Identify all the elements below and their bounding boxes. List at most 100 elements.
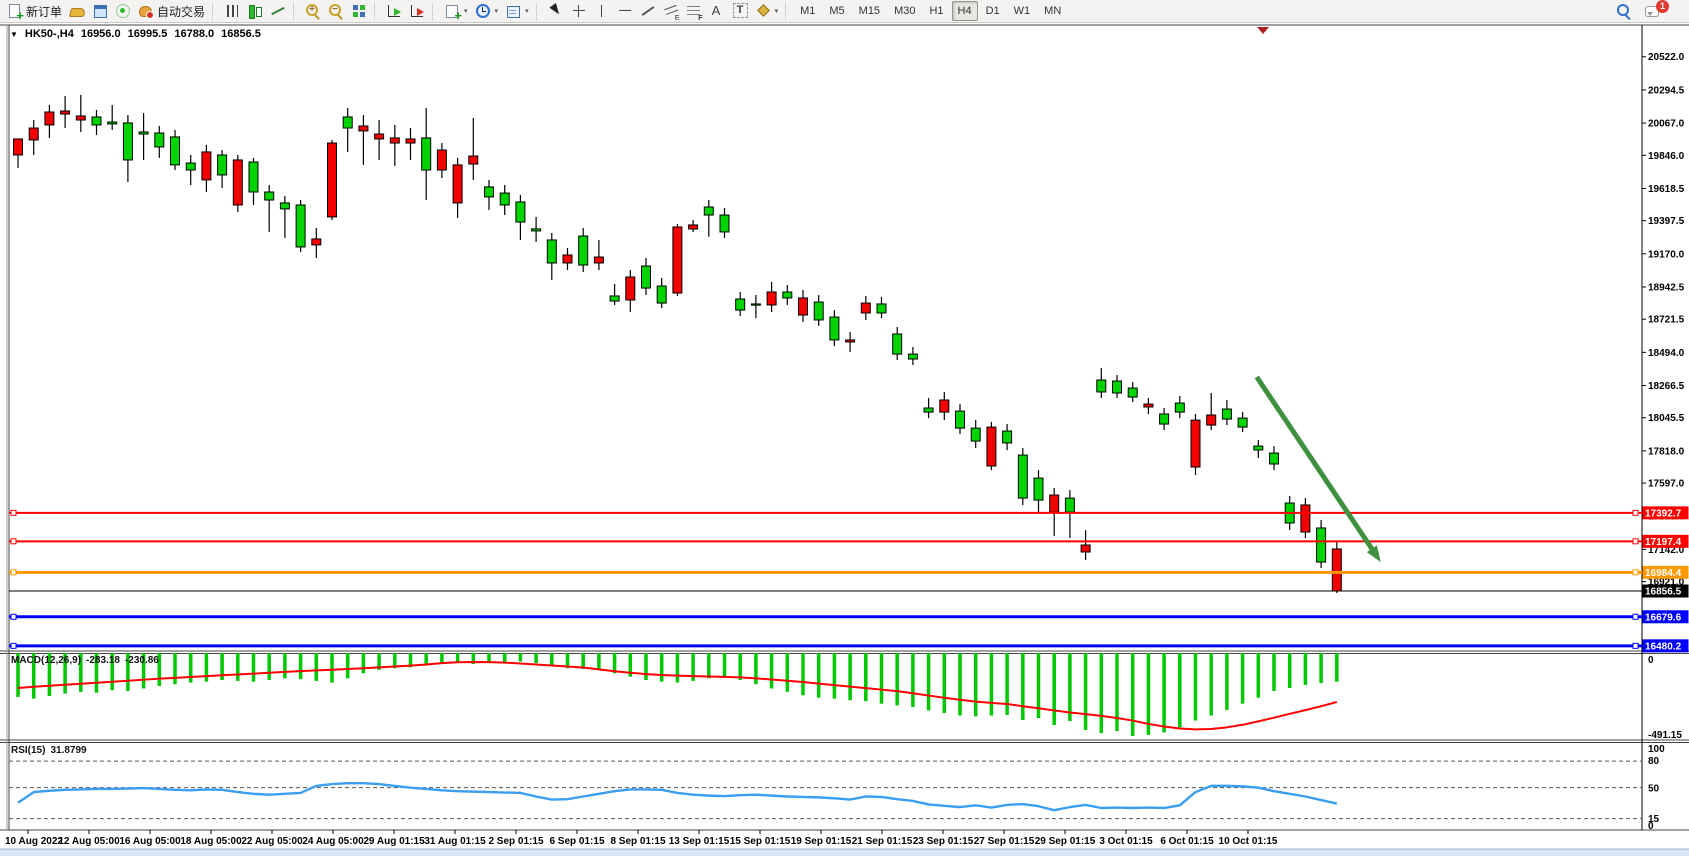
- zoom-in-button[interactable]: [302, 1, 324, 21]
- svg-text:16984.4: 16984.4: [1645, 568, 1682, 579]
- candle: [1034, 478, 1043, 500]
- notifications-button[interactable]: 1: [1641, 1, 1679, 21]
- candlestick-chart-button[interactable]: [244, 1, 266, 21]
- line-chart-icon: [270, 3, 286, 19]
- horizontal-line-button[interactable]: [614, 1, 636, 21]
- rsi-value: 31.8799: [50, 745, 86, 756]
- cursor-button[interactable]: [545, 1, 567, 21]
- crosshair-button[interactable]: [568, 1, 590, 21]
- dropdown-caret-icon: ▾: [495, 7, 499, 15]
- new-chart-button[interactable]: ▾: [441, 1, 471, 21]
- svg-text:50: 50: [1648, 784, 1660, 795]
- channel-button[interactable]: [660, 1, 682, 21]
- candle: [265, 192, 274, 200]
- line-handle[interactable]: [11, 570, 16, 575]
- svg-text:19 Sep 01:15: 19 Sep 01:15: [791, 836, 852, 847]
- collapse-triangle-icon[interactable]: ▼: [10, 30, 18, 39]
- line-handle[interactable]: [1633, 539, 1638, 544]
- svg-text:20067.0: 20067.0: [1648, 119, 1685, 130]
- candle: [14, 139, 23, 155]
- candle: [390, 138, 399, 143]
- text-button[interactable]: [706, 1, 728, 21]
- vertical-line-icon: [594, 3, 610, 19]
- svg-text:18266.5: 18266.5: [1648, 381, 1685, 392]
- candle: [155, 133, 164, 147]
- candle: [751, 304, 760, 305]
- timeframe-d1[interactable]: D1: [980, 1, 1006, 21]
- candle: [1050, 495, 1059, 512]
- svg-text:10 Aug 2022: 10 Aug 2022: [5, 836, 63, 847]
- templates-button[interactable]: ▾: [502, 1, 532, 21]
- auto-trading-button[interactable]: 自动交易: [135, 1, 208, 21]
- line-handle[interactable]: [11, 510, 16, 515]
- line-chart-button[interactable]: [267, 1, 289, 21]
- candle: [76, 116, 85, 120]
- chart-shift-button[interactable]: [406, 1, 428, 21]
- auto-scroll-button[interactable]: [383, 1, 405, 21]
- candle: [469, 156, 478, 164]
- svg-text:12 Aug 05:00: 12 Aug 05:00: [58, 836, 120, 847]
- publish-button[interactable]: [89, 1, 111, 21]
- line-handle[interactable]: [1633, 643, 1638, 648]
- signal-icon: [115, 3, 131, 19]
- candle: [1065, 498, 1074, 512]
- line-handle[interactable]: [11, 614, 16, 619]
- vertical-line-button[interactable]: [591, 1, 613, 21]
- timeframe-mn[interactable]: MN: [1038, 1, 1067, 21]
- shapes-button[interactable]: ▾: [752, 1, 782, 21]
- timeframe-w1[interactable]: W1: [1008, 1, 1037, 21]
- candle: [532, 229, 541, 231]
- candle: [45, 112, 54, 125]
- tile-windows-button[interactable]: [348, 1, 370, 21]
- timeframe-h1[interactable]: H1: [923, 1, 949, 21]
- svg-text:17392.7: 17392.7: [1645, 508, 1682, 519]
- candle: [406, 139, 415, 143]
- zoom-out-button[interactable]: [325, 1, 347, 21]
- dropdown-caret-icon: ▾: [525, 7, 529, 15]
- line-handle[interactable]: [1633, 614, 1638, 619]
- svg-text:24 Aug 05:00: 24 Aug 05:00: [302, 836, 364, 847]
- new-order-button[interactable]: 新订单: [4, 1, 65, 21]
- candle: [563, 255, 572, 263]
- svg-text:20294.5: 20294.5: [1648, 85, 1685, 96]
- text-label-button[interactable]: [729, 1, 751, 21]
- equidistant-channel-icon: [663, 3, 679, 19]
- svg-text:16 Aug 05:00: 16 Aug 05:00: [119, 836, 181, 847]
- trendline-button[interactable]: [637, 1, 659, 21]
- macd-value: -283.18: [86, 655, 120, 666]
- svg-text:0: 0: [1648, 655, 1654, 666]
- bar-chart-button[interactable]: [221, 1, 243, 21]
- timeframe-m5[interactable]: M5: [823, 1, 850, 21]
- candle: [186, 163, 195, 170]
- periods-button[interactable]: ▾: [472, 1, 502, 21]
- new-order-icon: [7, 3, 23, 19]
- crosshair-icon: [571, 3, 587, 19]
- fibonacci-button[interactable]: [683, 1, 705, 21]
- line-handle[interactable]: [1633, 510, 1638, 515]
- candle: [1175, 403, 1184, 412]
- search-button[interactable]: [1613, 1, 1635, 21]
- svg-text:80: 80: [1648, 756, 1660, 767]
- candle: [500, 193, 509, 205]
- window-icon: [92, 3, 108, 19]
- trendline-icon: [640, 3, 656, 19]
- timeframe-m15[interactable]: M15: [853, 1, 886, 21]
- plot-frame: [0, 23, 1689, 856]
- timeframe-m1[interactable]: M1: [794, 1, 821, 21]
- line-handle[interactable]: [1633, 570, 1638, 575]
- timeframe-m30[interactable]: M30: [888, 1, 921, 21]
- candle: [594, 257, 603, 263]
- button-label: 自动交易: [157, 3, 205, 20]
- candle: [249, 162, 258, 192]
- line-handle[interactable]: [11, 539, 16, 544]
- timeframe-h4[interactable]: H4: [952, 1, 978, 21]
- ohlc-close: 16856.5: [221, 28, 261, 40]
- candle: [1097, 380, 1106, 392]
- line-handle[interactable]: [11, 643, 16, 648]
- toolbar-separator: [432, 3, 437, 20]
- svg-text:0: 0: [1648, 821, 1654, 832]
- candle: [940, 400, 949, 412]
- signal-button[interactable]: [112, 1, 134, 21]
- gold-button[interactable]: [66, 1, 88, 21]
- bar-chart-icon: [224, 3, 240, 19]
